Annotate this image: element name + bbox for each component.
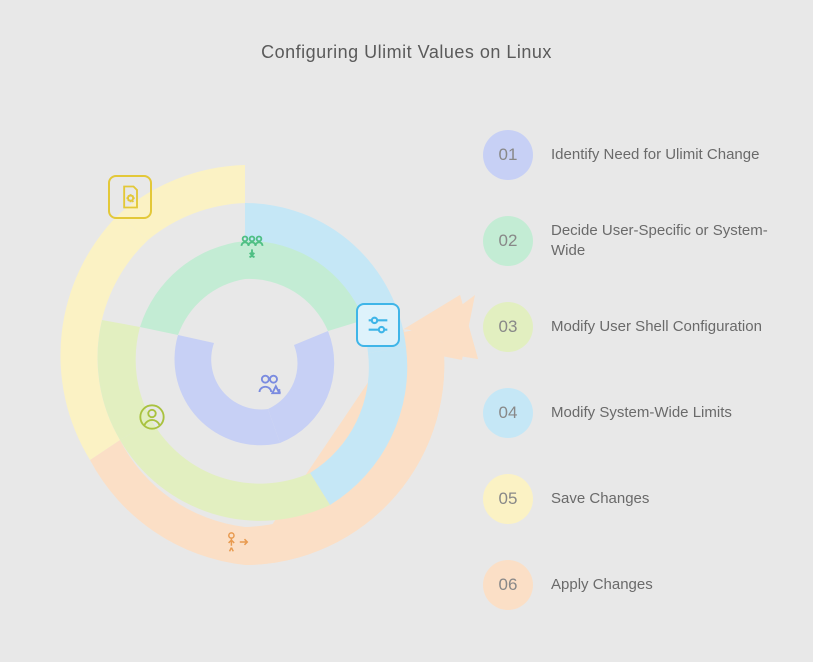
sliders-icon xyxy=(356,303,400,347)
legend-label: Modify System-Wide Limits xyxy=(551,403,732,423)
person-arrow-icon xyxy=(215,520,259,564)
legend-item-4: 04 Modify System-Wide Limits xyxy=(483,388,773,438)
spiral-svg xyxy=(30,95,490,615)
legend-badge: 04 xyxy=(483,388,533,438)
legend-badge: 06 xyxy=(483,560,533,610)
legend-label: Apply Changes xyxy=(551,575,653,595)
legend-item-1: 01 Identify Need for Ulimit Change xyxy=(483,130,773,180)
legend-item-5: 05 Save Changes xyxy=(483,474,773,524)
group-select-icon xyxy=(230,225,274,269)
legend-item-2: 02 Decide User-Specific or System-Wide xyxy=(483,216,773,266)
legend-label: Save Changes xyxy=(551,489,649,509)
legend: 01 Identify Need for Ulimit Change 02 De… xyxy=(483,130,773,646)
legend-item-6: 06 Apply Changes xyxy=(483,560,773,610)
legend-item-3: 03 Modify User Shell Configuration xyxy=(483,302,773,352)
spiral-diagram xyxy=(30,95,490,615)
legend-badge: 01 xyxy=(483,130,533,180)
users-warning-icon xyxy=(248,363,292,407)
file-gear-icon xyxy=(108,175,152,219)
legend-label: Identify Need for Ulimit Change xyxy=(551,145,759,165)
legend-label: Modify User Shell Configuration xyxy=(551,317,762,337)
page-title: Configuring Ulimit Values on Linux xyxy=(0,0,813,63)
legend-badge: 05 xyxy=(483,474,533,524)
legend-badge: 03 xyxy=(483,302,533,352)
user-icon xyxy=(130,395,174,439)
legend-label: Decide User-Specific or System-Wide xyxy=(551,221,773,262)
legend-badge: 02 xyxy=(483,216,533,266)
